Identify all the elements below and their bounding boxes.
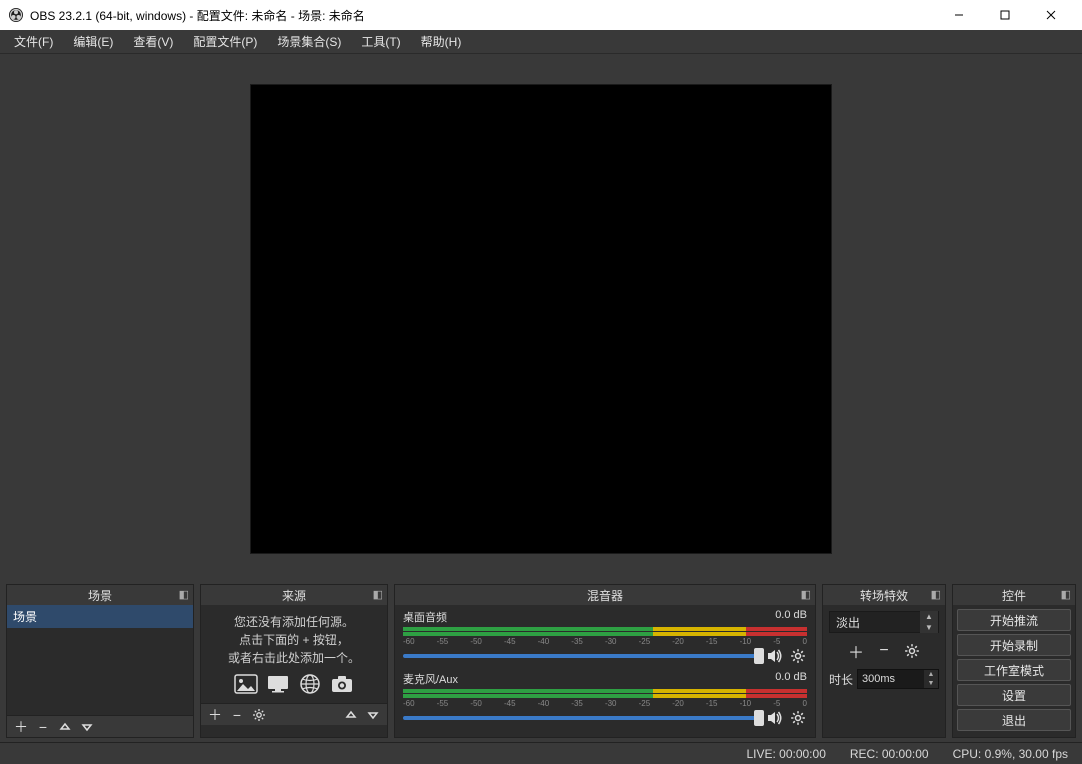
menu-help[interactable]: 帮助(H)	[411, 30, 472, 53]
close-button[interactable]	[1028, 0, 1074, 30]
mixer-channel-name: 桌面音频	[403, 609, 447, 625]
status-cpu: CPU: 0.9%, 30.00 fps	[953, 747, 1068, 761]
scenes-panel: 场景 ◧ 场景 ＋ −	[6, 584, 194, 738]
image-source-icon	[233, 673, 259, 695]
move-source-up-button[interactable]	[341, 706, 361, 724]
mixer-channel: 桌面音频 0.0 dB -60-55-50-45-40-35-30-25-20-…	[403, 609, 807, 665]
mixer-panel-title: 混音器	[587, 587, 623, 604]
obs-logo-icon	[8, 7, 24, 23]
mixer-channel-db: 0.0 dB	[775, 609, 807, 625]
sources-panel: 来源 ◧ 您还没有添加任何源。 点击下面的 + 按钮， 或者右击此处添加一个。 …	[200, 584, 388, 738]
controls-panel-title: 控件	[1002, 587, 1026, 604]
chevron-up-icon[interactable]: ▲	[920, 611, 938, 622]
remove-transition-button[interactable]: −	[874, 641, 894, 661]
mixer-channel: 麦克风/Aux 0.0 dB -60-55-50-45-40-35-30-25-…	[403, 671, 807, 727]
preview-canvas[interactable]	[251, 85, 831, 553]
control-button[interactable]: 开始推流	[957, 609, 1071, 631]
speaker-icon[interactable]	[765, 709, 783, 727]
window-title: OBS 23.2.1 (64-bit, windows) - 配置文件: 未命名…	[30, 7, 936, 24]
spin-up-icon[interactable]: ▲	[924, 670, 938, 679]
duration-input[interactable]: 300ms ▲▼	[857, 669, 939, 689]
controls-panel: 控件 ◧ 开始推流开始录制工作室模式设置退出	[952, 584, 1076, 738]
control-button[interactable]: 工作室模式	[957, 659, 1071, 681]
transition-properties-button[interactable]	[902, 641, 922, 661]
volume-slider[interactable]	[403, 710, 759, 726]
dock-toggle-icon[interactable]: ◧	[373, 588, 383, 601]
meter-ticks: -60-55-50-45-40-35-30-25-20-15-10-50	[403, 637, 807, 646]
display-source-icon	[265, 673, 291, 695]
dock-toggle-icon[interactable]: ◧	[801, 588, 811, 601]
globe-source-icon	[297, 673, 323, 695]
scenes-panel-title: 场景	[88, 587, 112, 604]
preview-area	[0, 54, 1082, 584]
add-scene-button[interactable]: ＋	[11, 718, 31, 736]
menu-file[interactable]: 文件(F)	[4, 30, 63, 53]
gear-icon[interactable]	[789, 709, 807, 727]
menu-tools[interactable]: 工具(T)	[351, 30, 410, 53]
transitions-panel: 转场特效 ◧ 淡出 ▲▼ ＋ − 时长 300ms ▲▼	[822, 584, 946, 738]
meter-ticks: -60-55-50-45-40-35-30-25-20-15-10-50	[403, 699, 807, 708]
mixer-panel: 混音器 ◧ 桌面音频 0.0 dB -60-55-50-45-40-35-30-…	[394, 584, 816, 738]
camera-source-icon	[329, 673, 355, 695]
menu-view[interactable]: 查看(V)	[123, 30, 183, 53]
menubar: 文件(F) 编辑(E) 查看(V) 配置文件(P) 场景集合(S) 工具(T) …	[0, 30, 1082, 54]
status-live: LIVE: 00:00:00	[746, 747, 825, 761]
move-scene-up-button[interactable]	[55, 718, 75, 736]
control-button[interactable]: 退出	[957, 709, 1071, 731]
menu-profiles[interactable]: 配置文件(P)	[183, 30, 267, 53]
source-properties-button[interactable]	[249, 706, 269, 724]
transitions-panel-title: 转场特效	[860, 587, 908, 604]
dock-toggle-icon[interactable]: ◧	[1061, 588, 1071, 601]
mixer-channel-db: 0.0 dB	[775, 671, 807, 687]
scene-item[interactable]: 场景	[7, 605, 193, 628]
minimize-button[interactable]	[936, 0, 982, 30]
window-titlebar: OBS 23.2.1 (64-bit, windows) - 配置文件: 未命名…	[0, 0, 1082, 30]
chevron-down-icon[interactable]: ▼	[920, 622, 938, 633]
remove-scene-button[interactable]: −	[33, 718, 53, 736]
status-rec: REC: 00:00:00	[850, 747, 929, 761]
remove-source-button[interactable]: −	[227, 706, 247, 724]
dock-toggle-icon[interactable]: ◧	[179, 588, 189, 601]
maximize-button[interactable]	[982, 0, 1028, 30]
move-scene-down-button[interactable]	[77, 718, 97, 736]
move-source-down-button[interactable]	[363, 706, 383, 724]
duration-value: 300ms	[858, 670, 924, 688]
mixer-channel-name: 麦克风/Aux	[403, 671, 458, 687]
transition-select[interactable]: 淡出 ▲▼	[829, 611, 939, 633]
menu-scene-collections[interactable]: 场景集合(S)	[267, 30, 351, 53]
menu-edit[interactable]: 编辑(E)	[63, 30, 123, 53]
add-source-button[interactable]: ＋	[205, 706, 225, 724]
control-button[interactable]: 设置	[957, 684, 1071, 706]
sources-empty-line: 点击下面的 + 按钮，	[207, 631, 381, 649]
transition-selected: 淡出	[830, 614, 920, 631]
speaker-icon[interactable]	[765, 647, 783, 665]
sources-empty-line: 您还没有添加任何源。	[207, 613, 381, 631]
add-transition-button[interactable]: ＋	[846, 641, 866, 661]
duration-label: 时长	[829, 671, 853, 688]
control-button[interactable]: 开始录制	[957, 634, 1071, 656]
dock-toggle-icon[interactable]: ◧	[931, 588, 941, 601]
spin-down-icon[interactable]: ▼	[924, 679, 938, 688]
volume-slider[interactable]	[403, 648, 759, 664]
status-bar: LIVE: 00:00:00 REC: 00:00:00 CPU: 0.9%, …	[0, 742, 1082, 764]
sources-empty-line: 或者右击此处添加一个。	[207, 649, 381, 667]
sources-empty-message: 您还没有添加任何源。 点击下面的 + 按钮， 或者右击此处添加一个。	[201, 605, 387, 703]
gear-icon[interactable]	[789, 647, 807, 665]
sources-panel-title: 来源	[282, 587, 306, 604]
